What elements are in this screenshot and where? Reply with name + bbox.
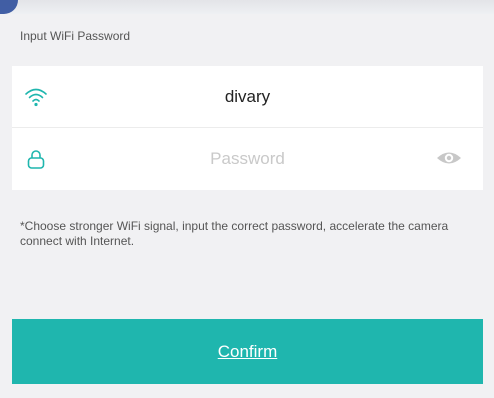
top-strip — [0, 0, 494, 14]
eye-icon[interactable] — [436, 148, 462, 168]
ssid-row: divary — [12, 66, 483, 127]
confirm-button[interactable]: Confirm — [12, 319, 483, 384]
section-title: Input WiFi Password — [20, 29, 131, 43]
ssid-name: divary — [224, 87, 271, 106]
password-row — [12, 128, 483, 189]
header-corner-mark — [0, 0, 18, 14]
password-input[interactable] — [82, 128, 413, 189]
connection-hint: *Choose stronger WiFi signal, input the … — [20, 219, 449, 248]
wifi-form-card: divary — [12, 66, 483, 190]
lock-icon — [24, 148, 48, 170]
